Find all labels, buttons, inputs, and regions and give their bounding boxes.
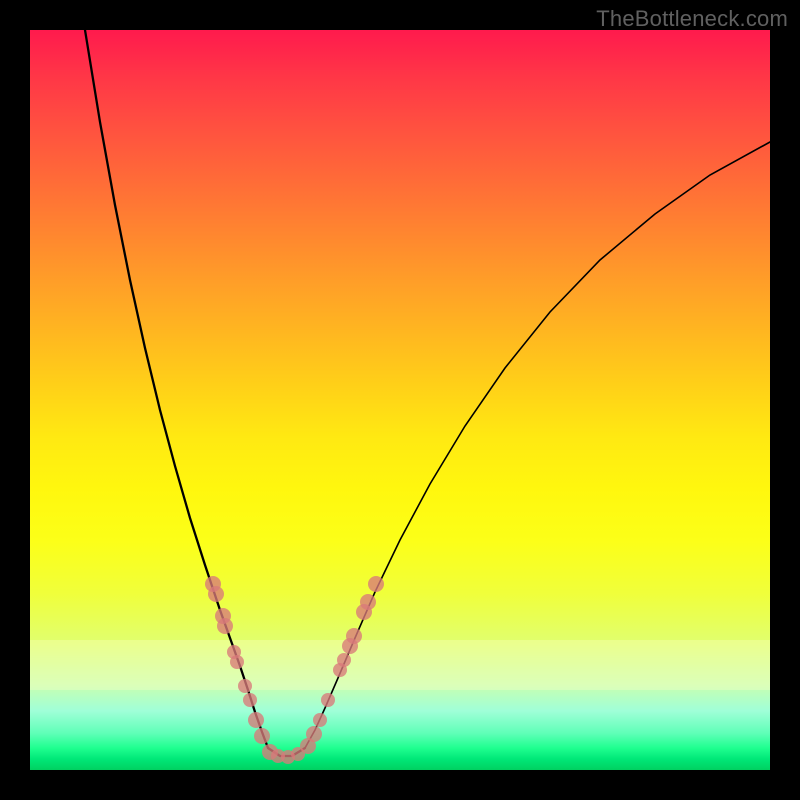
data-marker — [248, 712, 264, 728]
chart-frame: TheBottleneck.com — [0, 0, 800, 800]
data-marker — [254, 728, 270, 744]
data-marker — [368, 576, 384, 592]
curve-left — [85, 30, 268, 748]
data-marker — [238, 679, 252, 693]
data-marker — [243, 693, 257, 707]
data-marker — [337, 653, 351, 667]
data-marker — [208, 586, 224, 602]
curve-right — [305, 142, 770, 748]
curve-svg — [30, 30, 770, 770]
data-marker — [306, 726, 322, 742]
data-marker — [217, 618, 233, 634]
data-marker — [360, 594, 376, 610]
watermark-text: TheBottleneck.com — [596, 6, 788, 32]
data-marker — [321, 693, 335, 707]
markers-group — [205, 576, 384, 764]
data-marker — [313, 713, 327, 727]
data-marker — [346, 628, 362, 644]
plot-area — [30, 30, 770, 770]
data-marker — [230, 655, 244, 669]
